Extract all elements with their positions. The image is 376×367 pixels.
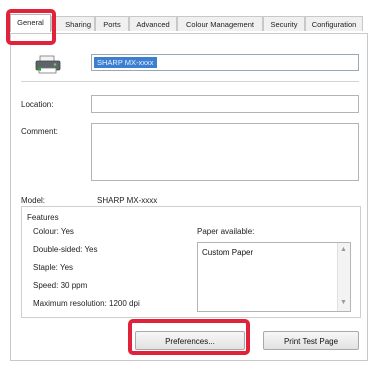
paper-list-scrollbar[interactable]: ▲ ▼ [337,243,350,311]
location-input[interactable] [91,95,359,113]
general-tab-highlight [6,9,56,45]
feature-speed: Speed: 30 ppm [33,281,88,290]
comment-label: Comment: [21,127,58,136]
tab-advanced[interactable]: Advanced [129,16,177,31]
divider [21,81,359,82]
model-label: Model: [21,196,46,205]
feature-max-resolution: Maximum resolution: 1200 dpi [33,299,140,308]
print-test-page-button[interactable]: Print Test Page [263,331,359,350]
location-label: Location: [21,100,54,109]
scroll-up-icon[interactable]: ▲ [340,246,347,253]
general-panel: SHARP MX-xxxx Location: Comment: Model: … [10,33,368,361]
tab-strip: General Sharing Ports Advanced Colour Ma… [6,11,370,35]
tab-colour-management[interactable]: Colour Management [177,16,263,31]
preferences-highlight [128,319,250,355]
feature-staple: Staple: Yes [33,263,74,272]
printer-icon [35,55,61,74]
tab-sharing-label: Sharing [65,20,91,29]
tab-sharing[interactable]: Sharing [51,16,95,31]
tab-ports[interactable]: Ports [95,16,129,31]
model-value: SHARP MX-xxxx [97,196,158,205]
printer-properties-dialog: General Sharing Ports Advanced Colour Ma… [6,5,370,361]
tab-configuration[interactable]: Configuration [305,16,363,31]
printer-name-field[interactable]: SHARP MX-xxxx [91,54,359,71]
paper-list[interactable]: Custom Paper ▲ ▼ [197,242,351,312]
paper-item[interactable]: Custom Paper [202,248,253,257]
feature-colour: Colour: Yes [33,227,74,236]
features-title: Features [27,213,59,222]
scroll-down-icon[interactable]: ▼ [340,299,347,306]
comment-textarea[interactable] [91,123,359,181]
feature-double-sided: Double-sided: Yes [33,245,98,254]
paper-available-label: Paper available: [197,227,255,236]
printer-name-value: SHARP MX-xxxx [94,57,157,68]
tab-security[interactable]: Security [263,16,305,31]
